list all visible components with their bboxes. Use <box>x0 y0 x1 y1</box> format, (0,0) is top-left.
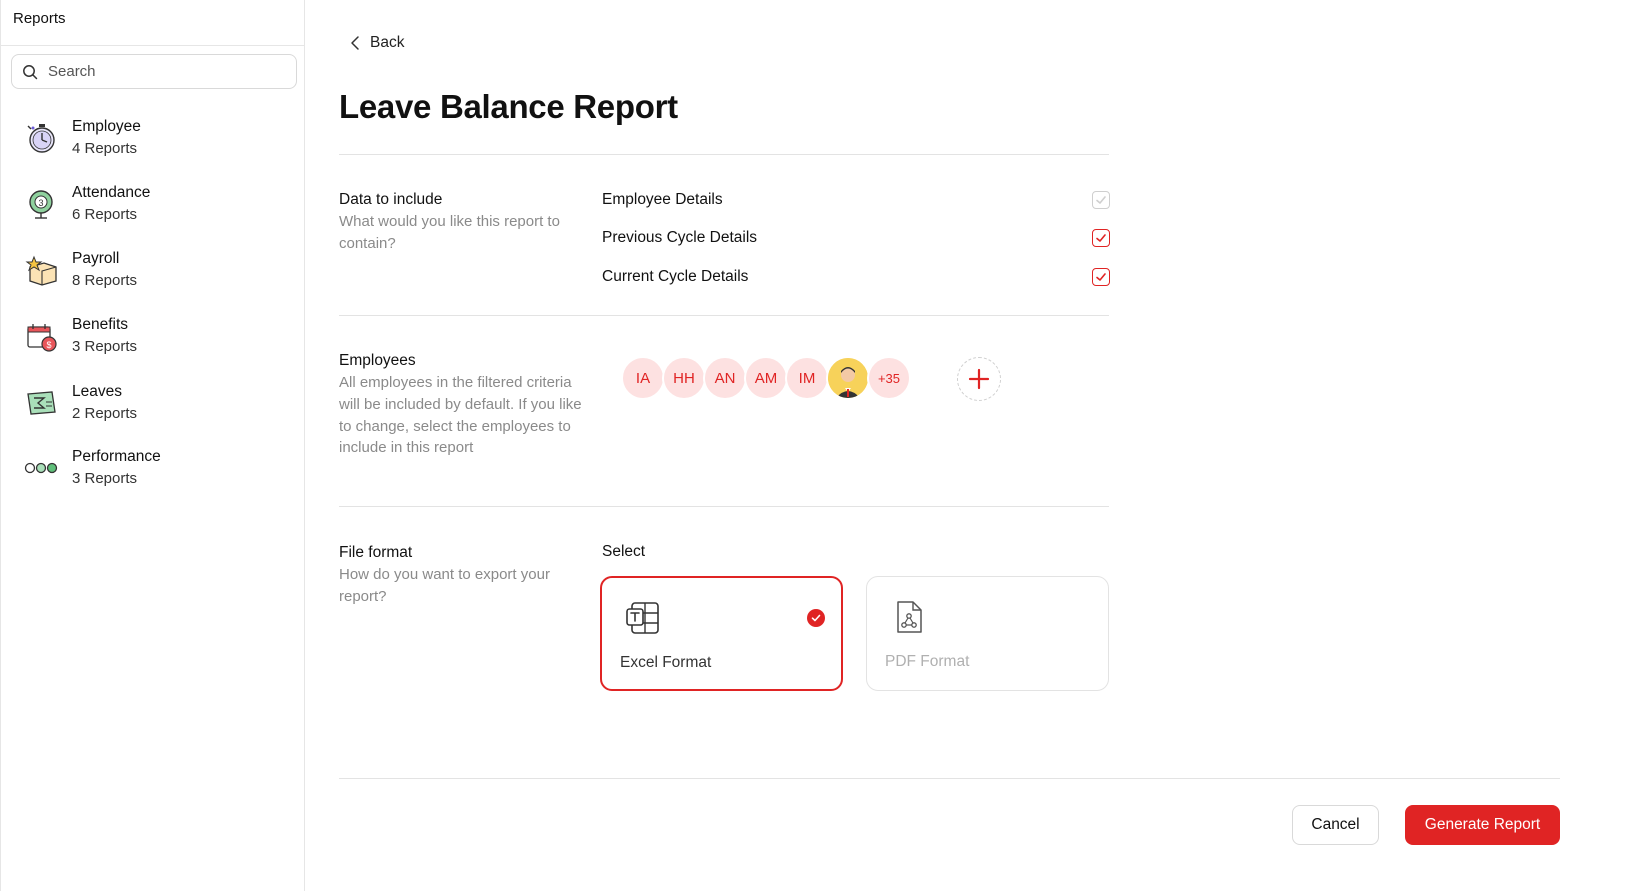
plus-icon <box>968 368 990 390</box>
current-cycle-checkbox[interactable] <box>1092 268 1110 286</box>
svg-text:3: 3 <box>38 198 43 208</box>
sidebar-item-count: 3 Reports <box>72 338 138 355</box>
star-box-icon <box>21 250 61 290</box>
excel-icon <box>626 602 659 634</box>
add-employee-button[interactable] <box>957 357 1001 401</box>
search-input[interactable] <box>48 63 278 80</box>
pdf-format-option[interactable]: PDF Format <box>866 576 1109 691</box>
back-label: Back <box>370 34 405 51</box>
check-icon <box>1096 196 1106 204</box>
sidebar-item-count: 8 Reports <box>72 272 138 289</box>
search-icon <box>23 64 38 79</box>
stopwatch-icon <box>21 118 61 158</box>
option-label: Current Cycle Details <box>602 268 749 285</box>
check-icon <box>1096 234 1106 242</box>
sidebar-divider <box>1 45 305 46</box>
section-description: What would you like this report to conta… <box>339 213 560 252</box>
sidebar: Reports Employee 4 Reports 3 Attendance … <box>0 0 305 891</box>
generate-report-button[interactable]: Generate Report <box>1405 805 1560 845</box>
avatar: AM <box>744 356 788 400</box>
sidebar-item-payroll[interactable]: Payroll 8 Reports <box>21 245 291 295</box>
option-previous-cycle-details: Previous Cycle Details <box>602 226 1110 250</box>
sidebar-item-performance[interactable]: Performance 3 Reports <box>21 443 291 493</box>
sidebar-title: Reports <box>13 10 66 27</box>
section-description: All employees in the filtered criteria w… <box>339 374 582 457</box>
select-label: Select <box>602 543 646 560</box>
employee-details-checkbox[interactable] <box>1092 191 1110 209</box>
sidebar-item-count: 6 Reports <box>72 206 138 223</box>
previous-cycle-checkbox[interactable] <box>1092 229 1110 247</box>
format-section-label: File format How do you want to export yo… <box>339 542 589 608</box>
chevron-left-icon <box>351 36 359 50</box>
format-label: PDF Format <box>885 653 970 670</box>
sidebar-item-label: Payroll <box>72 250 120 267</box>
divider <box>339 506 1109 507</box>
format-label: Excel Format <box>620 654 712 671</box>
search-box[interactable] <box>11 54 297 89</box>
avatar: IA <box>621 356 665 400</box>
sidebar-item-count: 3 Reports <box>72 470 138 487</box>
option-employee-details: Employee Details <box>602 188 1110 212</box>
sum-sheet-icon <box>21 383 61 423</box>
data-section-label: Data to include What would you like this… <box>339 189 589 255</box>
option-current-cycle-details: Current Cycle Details <box>602 265 1110 289</box>
more-employees-badge[interactable]: +35 <box>867 356 911 400</box>
avatar: IM <box>785 356 829 400</box>
pdf-icon <box>897 601 922 633</box>
selected-check-icon <box>807 609 825 627</box>
sidebar-item-label: Performance <box>72 448 161 465</box>
sidebar-item-label: Employee <box>72 118 141 135</box>
avatar-photo <box>826 356 870 400</box>
svg-text:$: $ <box>46 340 51 350</box>
sidebar-item-count: 2 Reports <box>72 405 138 422</box>
calendar-coin-icon: $ <box>21 316 61 356</box>
option-label: Previous Cycle Details <box>602 229 758 246</box>
page-title: Leave Balance Report <box>339 88 678 125</box>
cancel-button[interactable]: Cancel <box>1292 805 1379 845</box>
footer-divider <box>339 778 1560 779</box>
sidebar-item-label: Benefits <box>72 316 129 333</box>
avatar: AN <box>703 356 747 400</box>
sidebar-item-label: Leaves <box>72 383 122 400</box>
employee-avatars[interactable]: IA HH AN AM IM +35 <box>621 356 911 400</box>
sidebar-item-label: Attendance <box>72 184 151 201</box>
sidebar-item-benefits[interactable]: $ Benefits 3 Reports <box>21 311 291 361</box>
section-title: Employees <box>339 352 416 369</box>
avatar: HH <box>662 356 706 400</box>
section-title: Data to include <box>339 191 443 208</box>
back-link[interactable]: Back <box>348 34 404 52</box>
divider <box>339 154 1109 155</box>
divider <box>339 315 1109 316</box>
check-icon <box>1096 273 1106 281</box>
section-title: File format <box>339 544 413 561</box>
sidebar-item-attendance[interactable]: 3 Attendance 6 Reports <box>21 179 291 229</box>
sidebar-item-leaves[interactable]: Leaves 2 Reports <box>21 378 291 428</box>
option-label: Employee Details <box>602 191 723 208</box>
globe-icon: 3 <box>21 184 61 224</box>
employees-section-label: Employees All employees in the filtered … <box>339 350 589 459</box>
section-description: How do you want to export your report? <box>339 566 550 605</box>
circles-icon <box>21 448 61 488</box>
excel-format-option[interactable]: Excel Format <box>600 576 843 691</box>
person-icon <box>828 358 868 398</box>
sidebar-item-employee[interactable]: Employee 4 Reports <box>21 113 291 163</box>
sidebar-item-count: 4 Reports <box>72 140 138 157</box>
